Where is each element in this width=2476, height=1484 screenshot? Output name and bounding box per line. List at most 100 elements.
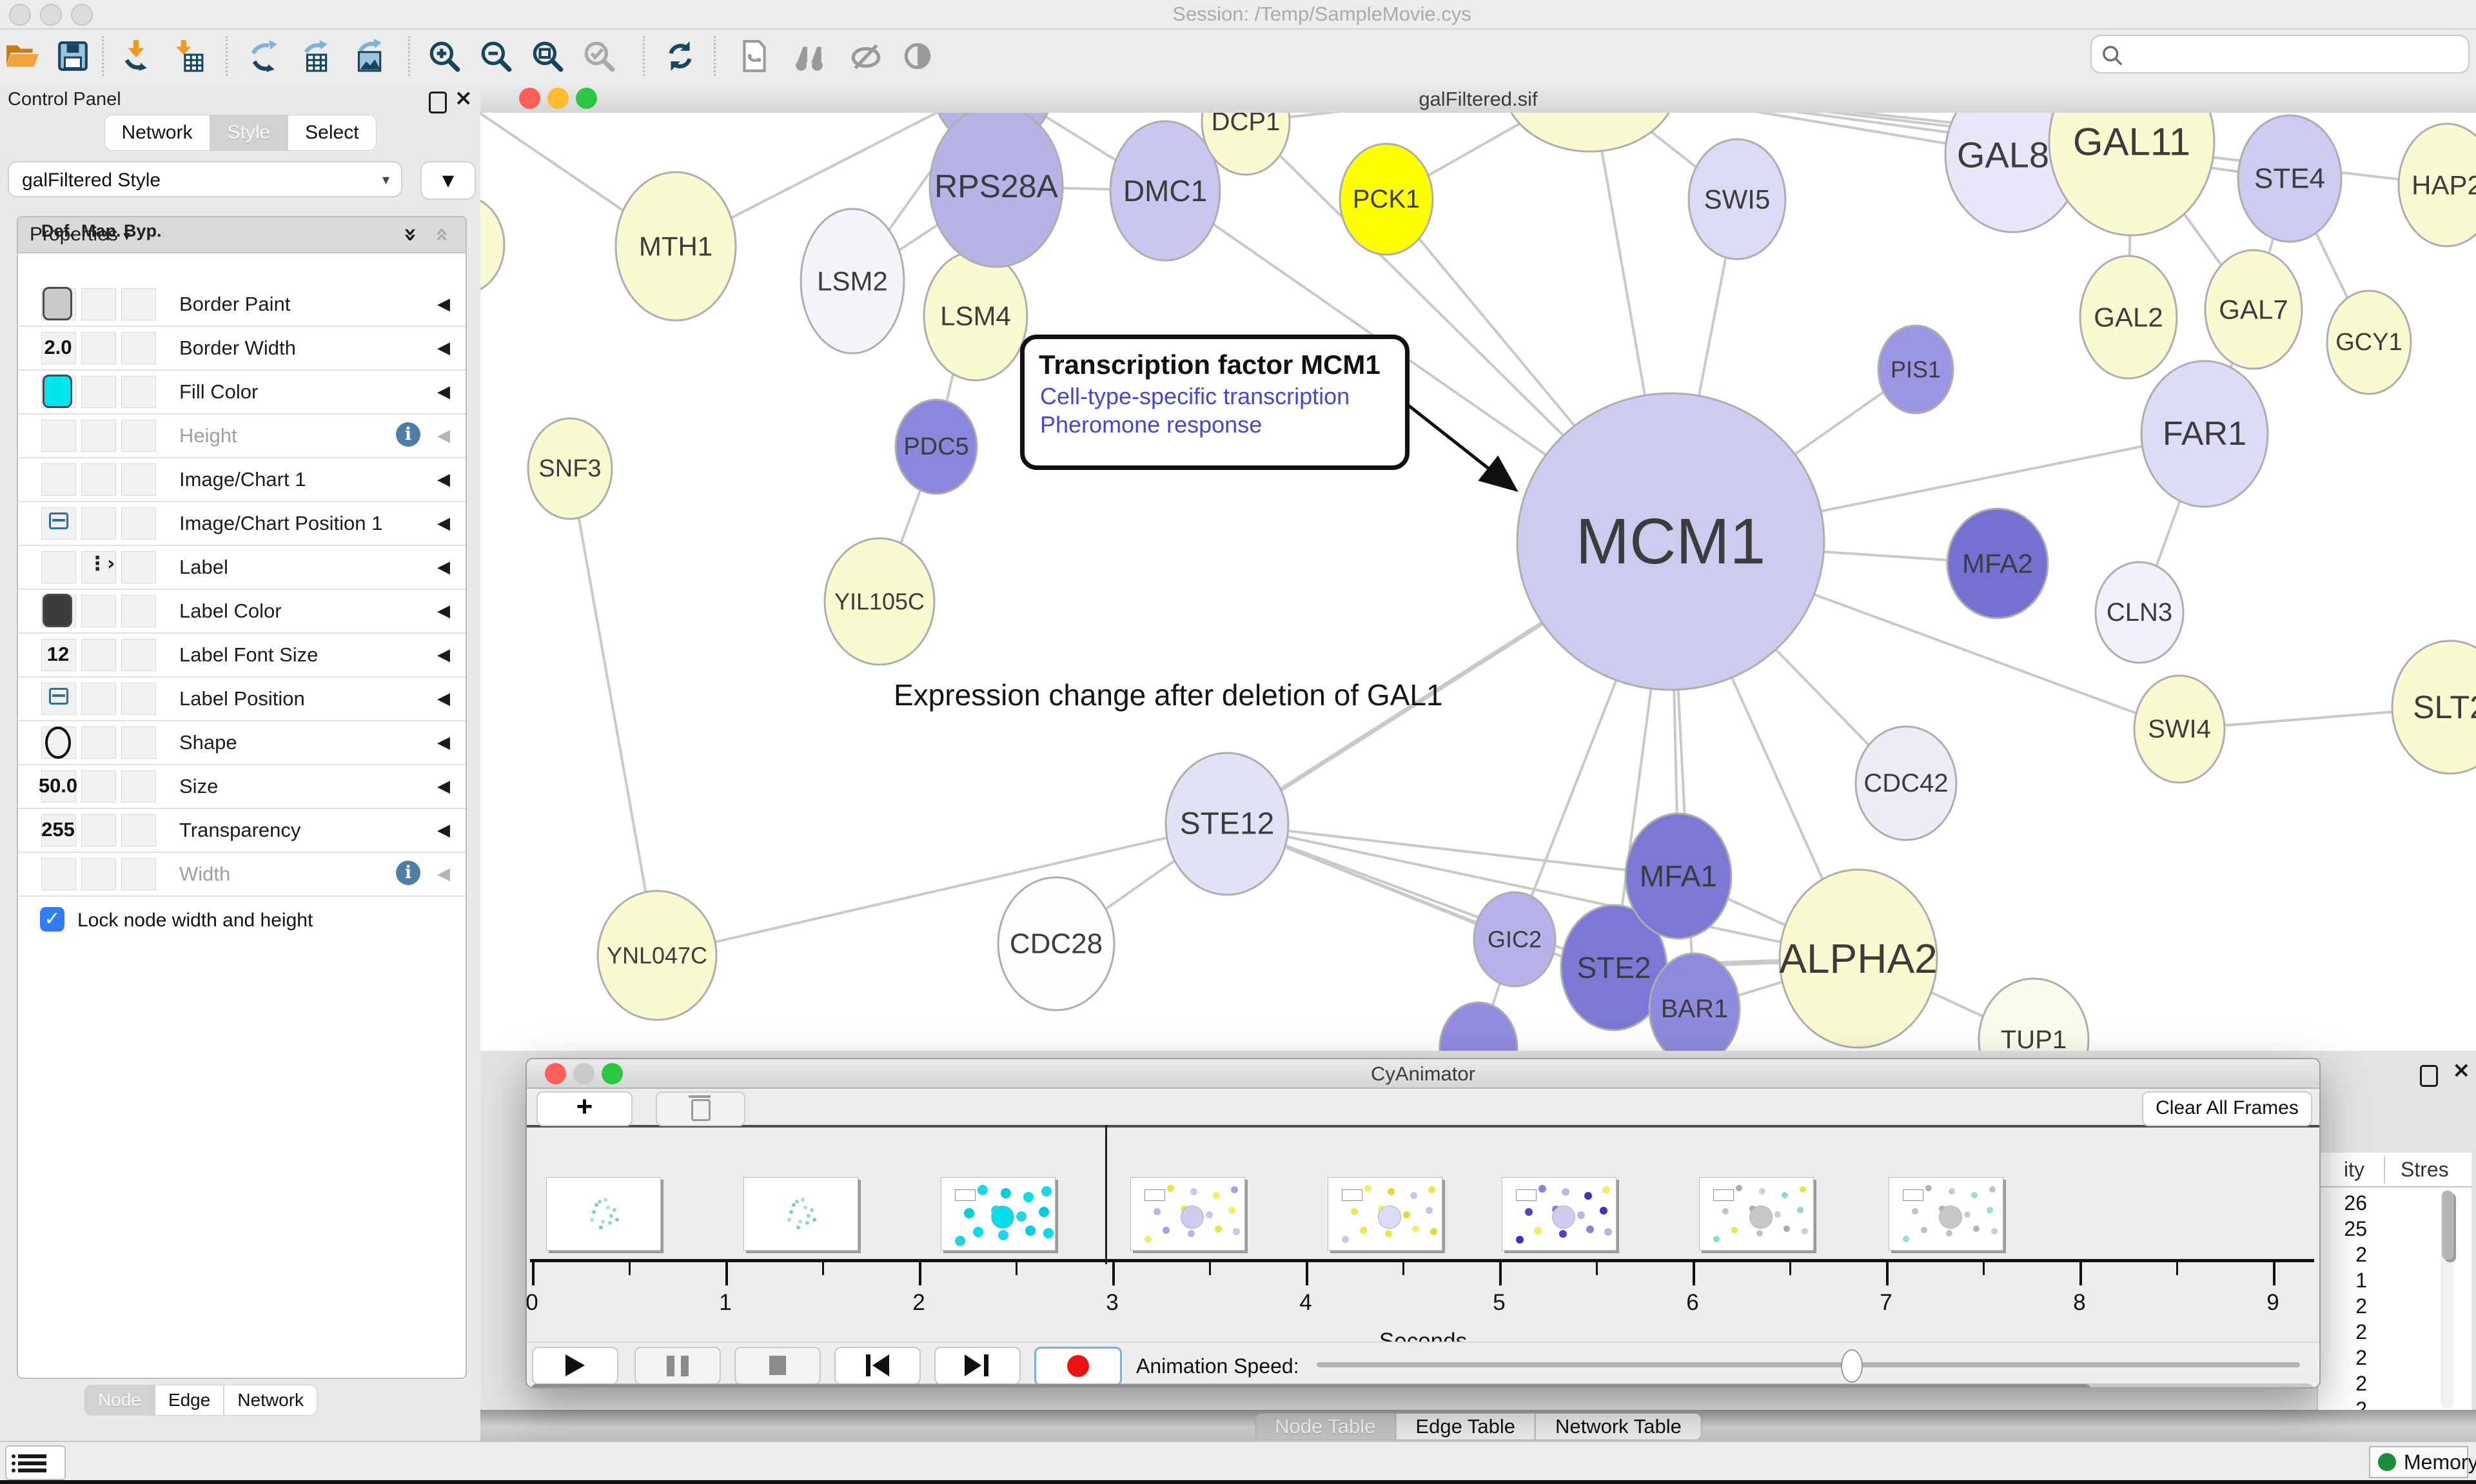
expand-property-icon[interactable]: ◀ [437,601,450,621]
export-network-icon[interactable] [246,39,281,73]
close-panel-icon[interactable]: × [455,89,473,107]
property-row-label-color[interactable]: Label Color◀ [18,590,466,634]
mapping-cell[interactable] [81,332,116,364]
mapping-cell[interactable] [81,639,116,671]
play-button[interactable] [532,1347,618,1385]
cyanimator-titlebar[interactable]: CyAnimator [527,1059,2319,1089]
network-window-titlebar[interactable]: galFiltered.sif [480,84,2476,114]
property-row-label[interactable]: ⋮›Label◀ [18,546,466,590]
node-partial[interactable] [480,197,504,293]
tab-style[interactable]: Style [210,115,288,151]
mapping-cell[interactable] [81,814,116,846]
bypass-cell[interactable] [121,727,156,759]
mapping-cell[interactable] [81,288,116,320]
mapping-cell[interactable] [81,464,116,496]
tab-edge[interactable]: Edge [155,1385,224,1416]
property-row-border-paint[interactable]: Border Paint◀ [18,283,466,327]
bypass-cell[interactable] [121,332,156,364]
expand-property-icon[interactable]: ◀ [437,295,450,314]
frame-thumbnail-6[interactable] [1502,1177,1616,1251]
bypass-cell[interactable] [121,639,156,671]
copy-network-icon[interactable] [736,39,771,73]
show-graphics-details-icon[interactable] [900,39,935,73]
find-icon[interactable] [792,39,827,73]
mapping-cell[interactable] [81,376,116,408]
float-panel-icon[interactable] [429,92,447,113]
expand-property-icon[interactable]: ◀ [437,777,450,796]
color-swatch[interactable] [43,287,72,320]
property-row-transparency[interactable]: 255Transparency◀ [18,809,466,853]
annotation-link[interactable]: Cell-type-specific transcription [1040,383,1405,410]
info-icon[interactable]: i [396,422,420,447]
annotation-box[interactable]: Transcription factor MCM1 Cell-type-spec… [1020,335,1410,470]
frame-thumbnail-3[interactable] [941,1177,1056,1251]
frame-thumbnail-2[interactable] [743,1177,858,1251]
color-swatch[interactable] [43,594,72,627]
expand-property-icon[interactable]: ◀ [437,514,450,533]
table-vertical-scrollbar[interactable] [2441,1189,2453,1409]
zoom-in-icon[interactable] [427,39,462,73]
bypass-cell[interactable] [121,683,156,715]
property-row-shape[interactable]: Shape◀ [18,721,466,765]
default-value-cell[interactable] [41,420,76,452]
expand-property-icon[interactable]: ◀ [437,733,450,752]
property-row-border-width[interactable]: 2.0Border Width◀ [18,327,466,371]
delete-frame-button[interactable] [656,1091,745,1126]
expand-property-icon[interactable]: ◀ [437,689,450,708]
table-cell[interactable]: 2 [2318,1346,2367,1370]
property-row-label-font-size[interactable]: 12Label Font Size◀ [18,634,466,678]
expand-all-icon[interactable]: » [400,227,420,242]
property-row-label-position[interactable]: Label Position◀ [18,678,466,721]
tab-node-table[interactable]: Node Table [1255,1413,1395,1440]
tab-network-bottom[interactable]: Network [224,1385,317,1416]
search-input[interactable] [2132,39,2460,68]
table-cell[interactable]: 25 [2318,1217,2367,1241]
mapping-cell[interactable] [81,683,116,715]
network-canvas[interactable]: MTH1LSM2LSM4RPS28ADMC1DCP1PCK1SNF3PDC5YI… [480,113,2476,1051]
add-frame-button[interactable]: + [536,1091,633,1126]
stop-button[interactable] [734,1347,821,1385]
bypass-cell[interactable] [121,507,156,540]
frame-thumbnail-8[interactable] [1889,1177,2003,1251]
minimize-window-icon[interactable] [40,4,62,26]
bypass-cell[interactable] [121,420,156,452]
table-cell[interactable]: 26 [2318,1191,2367,1215]
table-column-header[interactable]: ity [2322,1158,2364,1182]
table-cell[interactable]: 2 [2318,1320,2367,1344]
annotation-link[interactable]: Pheromone response [1040,411,1405,438]
bypass-cell[interactable] [121,376,156,408]
frame-thumbnail-5[interactable] [1328,1177,1442,1251]
timeline-horizontal-scrollbar[interactable] [530,1383,2314,1389]
property-row-width[interactable]: Widthi◀ [18,853,466,897]
property-row-size[interactable]: 50.0Size◀ [18,765,466,809]
table-cell[interactable]: 2 [2318,1372,2367,1396]
expand-property-icon[interactable]: ◀ [437,382,450,402]
color-swatch[interactable] [43,375,72,408]
tab-node[interactable]: Node [84,1385,155,1416]
open-folder-icon[interactable] [5,39,40,73]
frame-thumbnail-4[interactable] [1130,1177,1245,1251]
mapping-cell[interactable] [81,595,116,627]
mapping-cell[interactable] [81,727,116,759]
style-selector[interactable]: galFiltered Style ▾ [8,161,402,197]
bypass-cell[interactable] [121,770,156,803]
hide-graphics-details-icon[interactable] [849,39,883,73]
bypass-cell[interactable] [121,288,156,320]
mapping-cell[interactable] [81,420,116,452]
property-row-fill-color[interactable]: Fill Color◀ [18,371,466,415]
node-partial[interactable] [1503,113,1677,151]
bypass-cell[interactable] [121,858,156,890]
property-row-height[interactable]: Heighti◀ [18,415,466,458]
collapse-all-icon[interactable]: » [431,227,451,242]
export-table-icon[interactable] [298,39,333,73]
export-image-icon[interactable] [351,39,386,73]
table-cell[interactable]: 2 [2318,1294,2367,1318]
tab-network[interactable]: Network [104,115,210,151]
bypass-cell[interactable] [121,551,156,583]
zoom-selected-icon[interactable] [582,39,616,73]
animation-speed-slider-thumb[interactable] [1841,1349,1863,1383]
expand-property-icon[interactable]: ◀ [437,821,450,840]
property-row-image-chart-1[interactable]: Image/Chart 1◀ [18,458,466,502]
table-cell[interactable]: 1 [2318,1269,2367,1293]
close-window-icon[interactable] [9,4,31,26]
